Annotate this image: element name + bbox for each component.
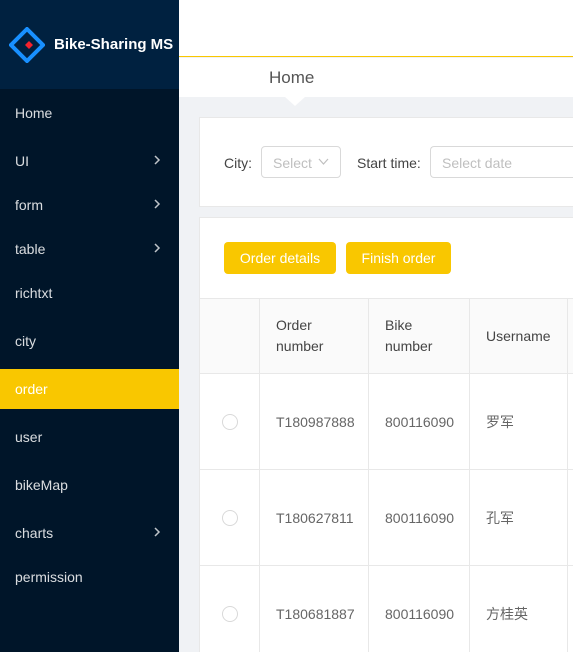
row-select-cell: [200, 374, 260, 469]
chevron-down-icon: [318, 154, 329, 173]
sidebar-item-label: richtxt: [15, 285, 53, 301]
sidebar-item-ui[interactable]: UI: [0, 141, 179, 181]
sidebar-item-form[interactable]: form: [0, 185, 179, 225]
row-radio[interactable]: [222, 509, 238, 526]
order-number-cell-text: T180627811: [276, 509, 354, 526]
sidebar-item-label: charts: [15, 525, 54, 541]
logo[interactable]: Bike-Sharing MS: [0, 0, 179, 89]
finish-order-button[interactable]: Finish order: [346, 242, 451, 274]
sidebar-item-permission[interactable]: permission: [0, 557, 179, 597]
chevron-right-icon: [153, 525, 161, 541]
username-cell: 孔军: [470, 470, 568, 565]
username-cell: 罗军: [470, 374, 568, 469]
sidebar-item-label: user: [15, 429, 43, 445]
row-radio[interactable]: [222, 413, 238, 430]
breadcrumb: Home: [179, 58, 573, 106]
bike-number-cell: 800116090: [369, 566, 470, 652]
order-table-card: Order details Finish order Order number …: [199, 217, 573, 652]
sidebar-item-order[interactable]: order: [0, 369, 179, 409]
sidebar: Bike-Sharing MS Home UI form table richtxt ci…: [0, 0, 179, 652]
sidebar-item-city[interactable]: city: [0, 321, 179, 361]
sidebar-item-label: Home: [15, 105, 53, 121]
order-number-cell: T180627811: [260, 470, 369, 565]
bike-number-cell-text: 800116090: [385, 413, 455, 430]
filter-card: City: Select Start time: Select date: [199, 117, 573, 207]
table-header: Order number Bike number Username: [200, 298, 573, 374]
column-header-label: Username: [486, 327, 551, 344]
page-title: Home: [269, 68, 315, 87]
column-header-order-number[interactable]: Order number: [260, 299, 369, 373]
chevron-right-icon: [153, 241, 161, 257]
sidebar-item-charts[interactable]: charts: [0, 513, 179, 553]
bike-number-cell: 800116090: [369, 374, 470, 469]
username-cell-text: 方桂英: [486, 605, 528, 622]
sidebar-item-label: bikeMap: [15, 477, 68, 493]
city-select-placeholder: Select: [273, 155, 312, 171]
username-cell: 方桂英: [470, 566, 568, 652]
logo-icon: [8, 25, 46, 64]
city-label: City:: [224, 155, 252, 171]
bike-number-cell-text: 800116090: [385, 509, 455, 526]
sidebar-item-richtxt[interactable]: richtxt: [0, 273, 179, 313]
chevron-right-icon: [153, 153, 161, 169]
column-header-username[interactable]: Username: [470, 299, 568, 373]
sidebar-item-bikemap[interactable]: bikeMap: [0, 465, 179, 505]
select-column-header: [200, 299, 260, 373]
sidebar-item-label: table: [15, 241, 46, 257]
bike-number-cell: 800116090: [369, 470, 470, 565]
username-cell-text: 罗军: [486, 413, 514, 430]
row-radio[interactable]: [222, 605, 238, 622]
sidebar-item-label: permission: [15, 569, 83, 585]
order-number-cell: T180987888: [260, 374, 369, 469]
order-number-cell-text: T180987888: [276, 413, 355, 430]
table-row[interactable]: T180627811 800116090 孔军: [200, 470, 573, 566]
chevron-right-icon: [153, 197, 161, 213]
order-number-cell: T180681887: [260, 566, 369, 652]
city-select[interactable]: Select: [261, 146, 341, 178]
top-header: [179, 0, 573, 57]
username-cell-text: 孔军: [486, 509, 514, 526]
sidebar-item-user[interactable]: user: [0, 417, 179, 457]
bike-number-cell-text: 800116090: [385, 605, 455, 622]
sidebar-item-label: UI: [15, 153, 29, 169]
start-time-picker[interactable]: Select date: [430, 146, 573, 178]
column-header-label: Order number: [276, 317, 324, 354]
row-select-cell: [200, 566, 260, 652]
row-select-cell: [200, 470, 260, 565]
start-time-label: Start time:: [357, 155, 421, 171]
column-header-label: Bike number: [385, 317, 433, 354]
breadcrumb-caret: [285, 97, 305, 106]
order-details-button[interactable]: Order details: [224, 242, 336, 274]
table-row[interactable]: T180987888 800116090 罗军: [200, 374, 573, 470]
column-header-bike-number[interactable]: Bike number: [369, 299, 470, 373]
order-number-cell-text: T180681887: [276, 605, 355, 622]
sidebar-item-label: order: [15, 381, 48, 397]
start-time-placeholder: Select date: [442, 155, 513, 171]
sidebar-item-table[interactable]: table: [0, 229, 179, 269]
app-title: Bike-Sharing MS: [54, 36, 174, 53]
sidebar-item-home[interactable]: Home: [0, 93, 179, 133]
table-row[interactable]: T180681887 800116090 方桂英: [200, 566, 573, 652]
sidebar-item-label: form: [15, 197, 43, 213]
sidebar-item-label: city: [15, 333, 36, 349]
